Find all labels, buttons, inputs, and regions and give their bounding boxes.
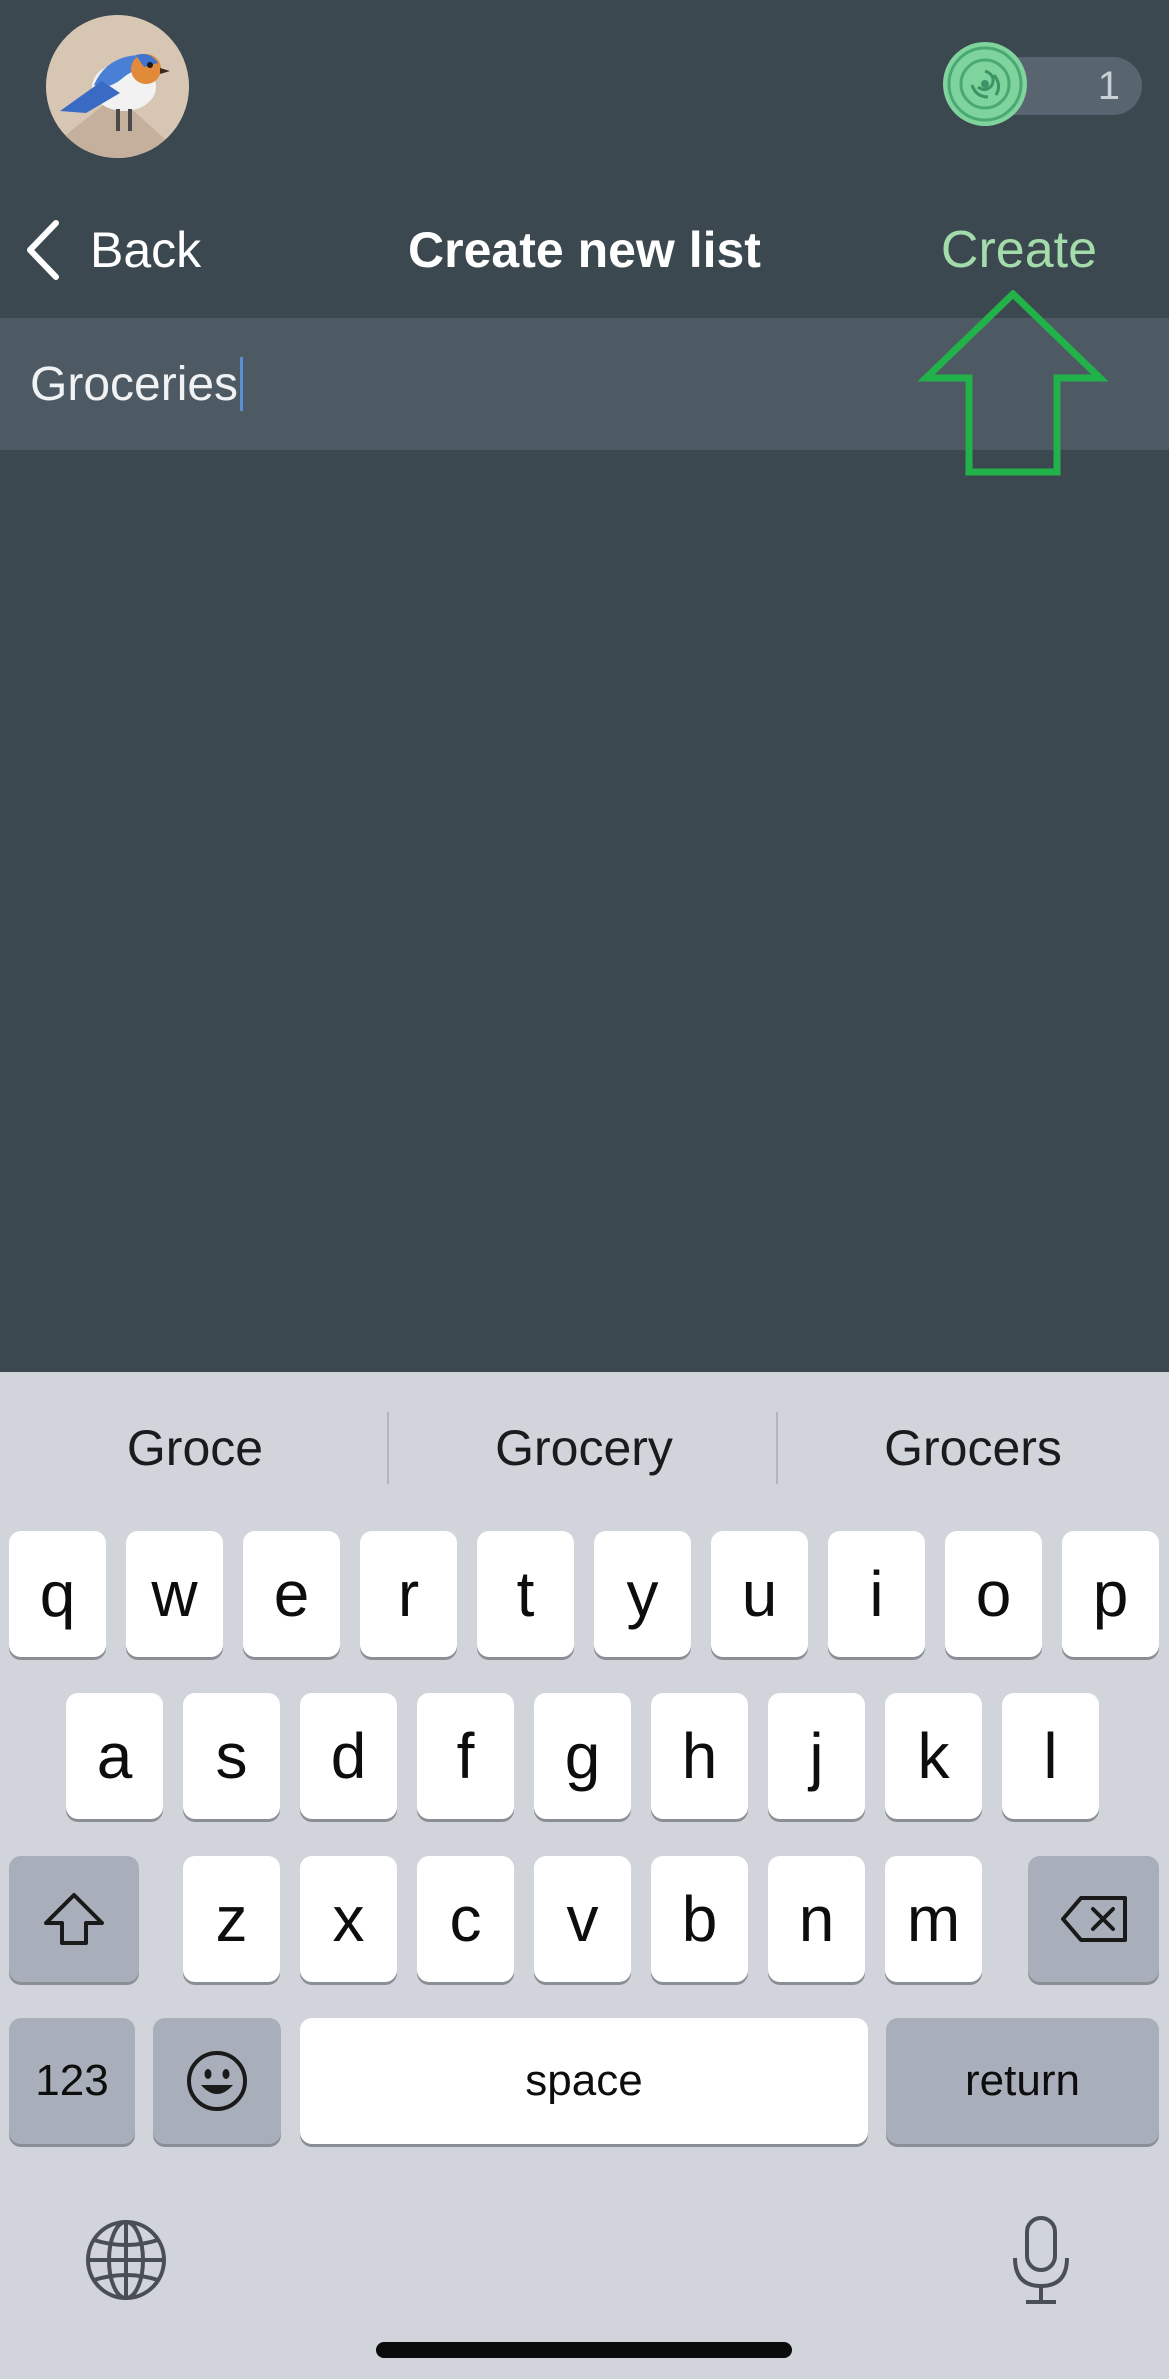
delete-key[interactable] (1028, 1856, 1159, 1982)
key-s[interactable]: s (183, 1693, 280, 1819)
numbers-key[interactable]: 123 (9, 2018, 135, 2144)
up-arrow-annotation-icon (918, 290, 1108, 476)
suggestion-2[interactable]: Grocery (389, 1408, 779, 1488)
key-c[interactable]: c (417, 1856, 514, 1982)
key-a[interactable]: a (66, 1693, 163, 1819)
text-caret (240, 357, 244, 411)
key-t[interactable]: t (477, 1531, 574, 1657)
key-u[interactable]: u (711, 1531, 808, 1657)
key-n[interactable]: n (768, 1856, 865, 1982)
key-l[interactable]: l (1002, 1693, 1099, 1819)
key-f[interactable]: f (417, 1693, 514, 1819)
microphone-icon[interactable] (1008, 2214, 1074, 2308)
list-name-input[interactable]: Groceries (30, 348, 244, 420)
key-h[interactable]: h (651, 1693, 748, 1819)
emoji-icon (187, 2051, 247, 2111)
app-screen: 1 Back Create new list Create Groceries (0, 0, 1169, 2379)
suggestion-3[interactable]: Grocers (778, 1408, 1168, 1488)
suggestion-1[interactable]: Groce (0, 1408, 390, 1488)
coin-count: 1 (1097, 64, 1120, 108)
bird-avatar-icon (46, 15, 189, 158)
key-w[interactable]: w (126, 1531, 223, 1657)
key-g[interactable]: g (534, 1693, 631, 1819)
shift-icon (44, 1893, 104, 1945)
home-indicator[interactable] (376, 2342, 792, 2358)
key-j[interactable]: j (768, 1693, 865, 1819)
coin-counter[interactable]: 1 (942, 41, 1142, 126)
key-q[interactable]: q (9, 1531, 106, 1657)
key-k[interactable]: k (885, 1693, 982, 1819)
list-name-value: Groceries (30, 357, 239, 411)
globe-icon[interactable] (84, 2218, 168, 2302)
key-r[interactable]: r (360, 1531, 457, 1657)
key-v[interactable]: v (534, 1856, 631, 1982)
shift-key[interactable] (9, 1856, 139, 1982)
space-key[interactable]: space (300, 2018, 868, 2144)
key-b[interactable]: b (651, 1856, 748, 1982)
key-o[interactable]: o (945, 1531, 1042, 1657)
key-d[interactable]: d (300, 1693, 397, 1819)
return-key[interactable]: return (886, 2018, 1159, 2144)
key-x[interactable]: x (300, 1856, 397, 1982)
coin-icon (943, 42, 1027, 126)
key-i[interactable]: i (828, 1531, 925, 1657)
emoji-key[interactable] (153, 2018, 281, 2144)
key-p[interactable]: p (1062, 1531, 1159, 1657)
key-m[interactable]: m (885, 1856, 982, 1982)
profile-avatar[interactable] (46, 15, 189, 158)
key-y[interactable]: y (594, 1531, 691, 1657)
keyboard: Groce Grocery Grocers q w e r t y u i o … (0, 1372, 1169, 2379)
key-z[interactable]: z (183, 1856, 280, 1982)
backspace-icon (1060, 1896, 1127, 1942)
create-button[interactable]: Create (941, 215, 1097, 285)
key-e[interactable]: e (243, 1531, 340, 1657)
